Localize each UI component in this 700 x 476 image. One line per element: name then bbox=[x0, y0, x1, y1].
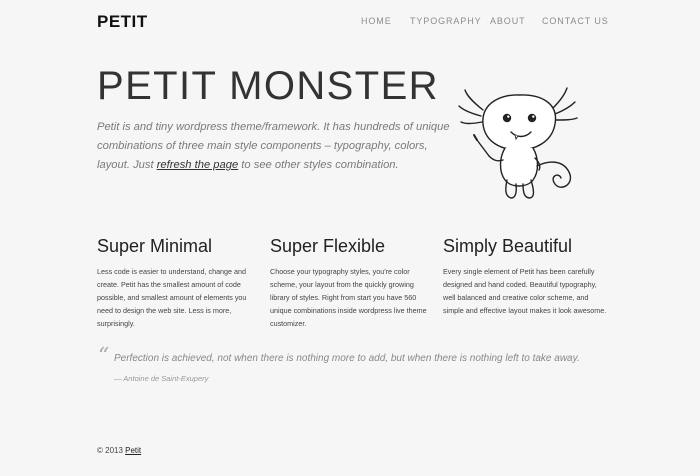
quote-text: Perfection is achieved, not when there i… bbox=[114, 353, 580, 364]
hero-description: Petit is and tiny wordpress theme/framew… bbox=[97, 118, 457, 175]
feature-title: Super Flexible bbox=[270, 236, 386, 256]
nav-about[interactable]: ABOUT bbox=[490, 16, 526, 26]
feature-text: Less code is easier to understand, chang… bbox=[97, 267, 247, 328]
feature-title: Simply Beautiful bbox=[443, 236, 573, 256]
feature-text: Every single element of Petit has been c… bbox=[443, 267, 607, 315]
feature-simply-beautiful: Simply Beautiful Every single element of… bbox=[443, 236, 608, 317]
feature-text: Choose your typography styles, you're co… bbox=[270, 267, 427, 328]
feature-title: Super Minimal bbox=[97, 236, 213, 256]
main-nav: HOME TYPOGRAPHY ABOUT CONTACT US bbox=[0, 16, 700, 30]
footer: © 2013 Petit bbox=[97, 446, 141, 455]
quote-author: — Antoine de Saint-Exupery bbox=[114, 374, 209, 383]
feature-super-minimal: Super Minimal Less code is easier to und… bbox=[97, 236, 262, 330]
footer-petit-link[interactable]: Petit bbox=[125, 446, 141, 455]
monster-illustration bbox=[458, 87, 578, 199]
refresh-page-link[interactable]: refresh the page bbox=[157, 159, 238, 171]
hero-title: PETIT MONSTER bbox=[97, 64, 439, 108]
footer-copyright: © 2013 bbox=[97, 446, 126, 455]
nav-typography[interactable]: TYPOGRAPHY bbox=[410, 16, 482, 26]
nav-home[interactable]: HOME bbox=[361, 16, 392, 26]
feature-super-flexible: Super Flexible Choose your typography st… bbox=[270, 236, 435, 330]
quote-mark-icon: “ bbox=[98, 344, 110, 369]
nav-contact-us[interactable]: CONTACT US bbox=[542, 16, 609, 26]
hero-desc-text-2: to see other styles combination. bbox=[238, 159, 399, 171]
